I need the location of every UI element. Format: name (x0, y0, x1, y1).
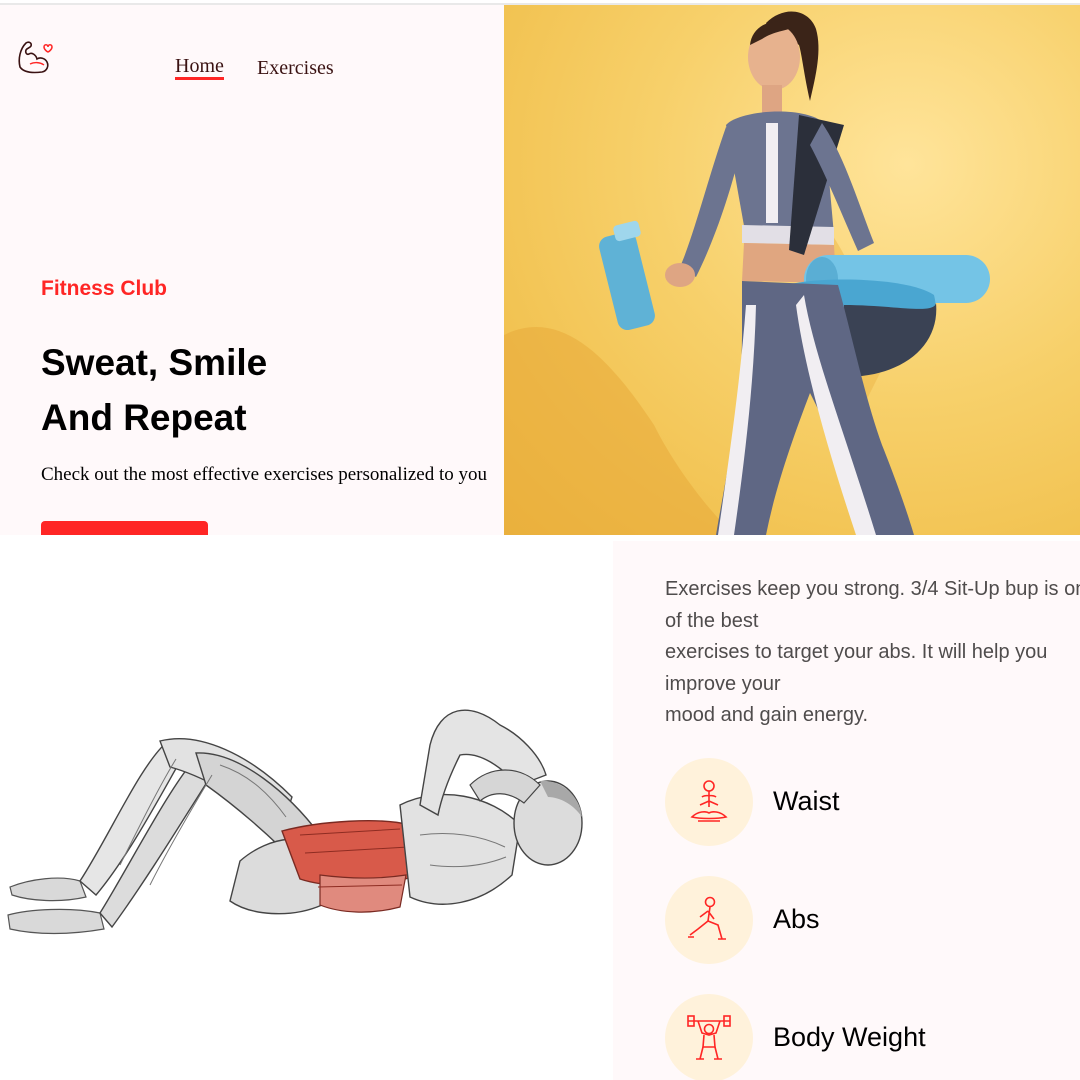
hero-eyebrow: Fitness Club (41, 277, 168, 300)
active-tab-indicator (175, 77, 224, 80)
description-line: improve your (665, 672, 781, 695)
weightlifter-icon (665, 994, 753, 1080)
flexed-arm-heart-icon[interactable] (14, 35, 58, 79)
hero-headline: Sweat, Smile And Repeat (41, 335, 267, 445)
explore-exercises-button[interactable] (41, 521, 208, 535)
exercise-description: Exercises keep you strong. 3/4 Sit-Up bu… (665, 574, 1080, 732)
description-line: Exercises keep you strong. 3/4 Sit-Up bu… (665, 578, 1080, 600)
lunge-pose-icon (665, 876, 753, 964)
hero-subtext: Check out the most effective exercises p… (41, 464, 487, 485)
meditation-pose-icon (665, 758, 753, 846)
exercise-detail-panel: Exercises keep you strong. 3/4 Sit-Up bu… (613, 541, 1080, 1080)
headline-line-1: Sweat, Smile (41, 342, 268, 383)
description-line: of the best (665, 609, 759, 632)
category-label: Abs (773, 904, 820, 934)
description-line: exercises to target your abs. It will he… (665, 641, 1048, 663)
category-abs: Abs (665, 876, 1065, 964)
category-body-weight: Body Weight (665, 994, 1065, 1080)
description-line: mood and gain energy. (665, 704, 869, 726)
nav-exercises-link[interactable]: Exercises (257, 57, 334, 80)
category-label: Waist (773, 786, 840, 816)
category-label: Body Weight (773, 1022, 926, 1052)
nav-home-link[interactable]: Home (175, 55, 224, 78)
hero-section: Home Exercises Fitness Club Sweat, Smile… (0, 5, 504, 535)
hero-banner-image (504, 5, 1080, 535)
headline-line-2: And Repeat (41, 397, 247, 438)
category-waist: Waist (665, 758, 1065, 846)
exercise-illustration (0, 535, 613, 1080)
